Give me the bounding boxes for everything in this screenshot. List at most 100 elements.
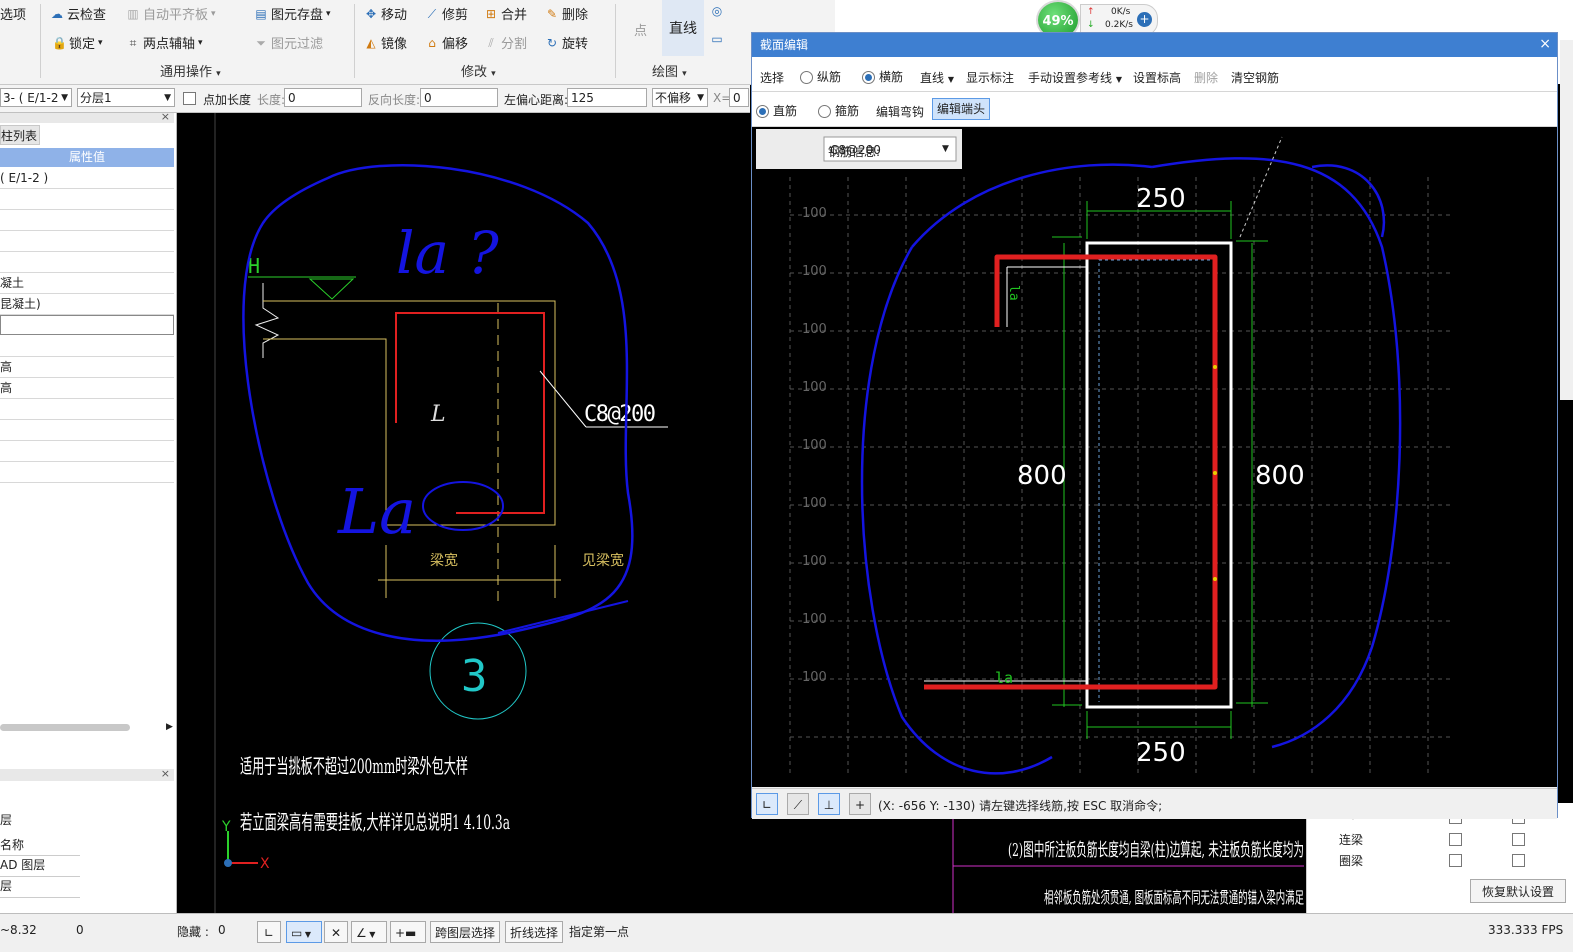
visibility-checkbox[interactable]: [1512, 854, 1525, 871]
property-row[interactable]: [0, 315, 174, 335]
auto-level-button[interactable]: ▥ 自动平齐板 ▾: [126, 4, 215, 24]
trim-button[interactable]: ⟋ 修剪: [425, 4, 468, 24]
property-row[interactable]: [0, 399, 174, 420]
select-tool[interactable]: 选择: [760, 69, 784, 86]
grid-label: 100: [802, 380, 827, 395]
scroll-right-icon[interactable]: ▶: [166, 722, 173, 732]
reverse-length-input[interactable]: 0: [420, 88, 498, 107]
polyline-select-button[interactable]: 折线选择: [505, 921, 564, 943]
property-row[interactable]: ( E/1-2 ): [0, 168, 174, 189]
layer-row[interactable]: 层: [0, 876, 80, 898]
point-button[interactable]: 点: [634, 20, 647, 39]
set-elevation-button[interactable]: 设置标高: [1133, 69, 1181, 86]
group-common-ops[interactable]: 通用操作 ▾: [160, 61, 221, 80]
angle-dropdown[interactable]: ∠ ▼: [351, 921, 387, 943]
cross-layer-select-button[interactable]: 跨图层选择: [430, 921, 501, 943]
layer-row-cad[interactable]: AD 图层: [0, 855, 80, 877]
plus-icon[interactable]: +: [1137, 12, 1152, 27]
axis-y-label: Y: [221, 819, 231, 835]
property-row[interactable]: [0, 420, 174, 441]
perpendicular-icon[interactable]: ⊥: [818, 793, 840, 815]
property-row[interactable]: [0, 462, 174, 483]
cross-select-icon[interactable]: ✕: [324, 921, 348, 943]
column-list-tab[interactable]: 柱列表: [0, 125, 40, 145]
property-row[interactable]: 昆凝土): [0, 294, 174, 315]
close-icon[interactable]: ×: [161, 767, 170, 780]
visibility-checkbox[interactable]: [1512, 833, 1525, 850]
detail-note-1: 适用于当挑板不超过200mm时梁外包大样: [240, 754, 468, 778]
transverse-radio[interactable]: 横筋: [862, 68, 903, 85]
snap-icon[interactable]: +: [849, 793, 871, 815]
horizontal-scrollbar[interactable]: [0, 724, 130, 731]
x-input[interactable]: 0: [729, 88, 749, 107]
select-mode-dropdown[interactable]: ▭ ▼: [286, 921, 322, 943]
chevron-down-icon[interactable]: ▼: [942, 144, 949, 154]
add-length-checkbox[interactable]: [183, 92, 196, 109]
edit-end-button[interactable]: 编辑端头: [932, 98, 991, 120]
cloud-check-button[interactable]: ☁ 云检查: [50, 4, 106, 24]
vertical-scrollbar[interactable]: [1560, 40, 1573, 400]
edit-hook-button[interactable]: 编辑弯钩: [876, 103, 924, 120]
section-canvas[interactable]: 100100100100100100100100100 250 250 800 …: [752, 127, 1557, 787]
handwritten-stroke: [497, 600, 629, 634]
left-offset-input[interactable]: 125: [567, 88, 647, 107]
lock-label: 锁定: [69, 37, 96, 52]
rect-tool-button[interactable]: ▭: [710, 32, 724, 46]
stirrup-radio[interactable]: 箍筋: [818, 102, 859, 119]
property-row[interactable]: [0, 231, 174, 252]
layer-select[interactable]: 分层1 ▼: [77, 88, 175, 107]
group-modify[interactable]: 修改 ▾: [461, 61, 496, 80]
lock-button[interactable]: 🔒 锁定 ▾: [52, 33, 103, 53]
close-icon[interactable]: ×: [161, 110, 170, 123]
restore-default-button[interactable]: 恢复默认设置: [1470, 879, 1566, 903]
rotate-button[interactable]: ↻ 旋转: [545, 33, 588, 53]
property-row[interactable]: [0, 252, 174, 273]
offset-button[interactable]: ⌂ 偏移: [425, 33, 468, 53]
manual-ref-line-dropdown[interactable]: 手动设置参考线 ▼: [1028, 69, 1122, 86]
detail-number: 3: [461, 651, 488, 702]
straight-bar-radio[interactable]: 直筋: [756, 102, 797, 119]
ortho-toggle-icon[interactable]: ∟: [257, 921, 281, 943]
snap-dropdown[interactable]: +▬: [390, 921, 426, 943]
arc-tool-button[interactable]: ◎: [710, 4, 724, 18]
property-row[interactable]: 高: [0, 357, 174, 378]
axis-select[interactable]: 3- ( E/1-2 ▼: [0, 88, 72, 107]
visibility-checkbox[interactable]: [1449, 854, 1462, 871]
length-label: 长度:: [257, 93, 286, 107]
property-row[interactable]: 高: [0, 378, 174, 399]
visibility-checkbox[interactable]: [1449, 833, 1462, 850]
offset-mode-select[interactable]: 不偏移 ▼: [652, 88, 708, 107]
merge-button[interactable]: ⊞ 合并: [484, 4, 527, 24]
element-save-button[interactable]: ▤ 图元存盘 ▾: [254, 4, 330, 24]
ortho-icon[interactable]: ∟: [756, 793, 778, 815]
delete-button-disabled[interactable]: 删除: [1194, 69, 1218, 86]
group-draw[interactable]: 绘图 ▾: [652, 61, 687, 80]
element-filter-button[interactable]: ⏷ 图元过滤: [254, 33, 323, 53]
clear-rebar-button[interactable]: 清空钢筋: [1231, 69, 1279, 86]
property-row[interactable]: [0, 441, 174, 462]
split-button[interactable]: ⫽ 分割: [484, 33, 527, 53]
polar-icon[interactable]: ⟋: [787, 793, 809, 815]
two-point-axis-button[interactable]: ⌗ 两点辅轴 ▾: [126, 33, 203, 53]
property-row[interactable]: [0, 189, 174, 210]
show-annotation-button[interactable]: 显示标注: [966, 69, 1014, 86]
move-button[interactable]: ✥ 移动: [364, 4, 407, 24]
layer-section-label: 层: [0, 813, 13, 827]
close-icon[interactable]: ×: [1539, 36, 1551, 52]
property-row[interactable]: [0, 210, 174, 231]
property-row[interactable]: [0, 336, 174, 357]
property-row[interactable]: 凝土: [0, 273, 174, 294]
delete-button[interactable]: ✎ 删除: [545, 4, 588, 24]
grid-label: 100: [802, 206, 827, 221]
line-button[interactable]: 直线: [662, 0, 704, 56]
length-input[interactable]: 0: [284, 88, 362, 107]
line-dropdown[interactable]: 直线 ▼: [920, 69, 954, 86]
grid-label: 100: [802, 264, 827, 279]
options-tab[interactable]: 选项: [0, 4, 26, 23]
mirror-button[interactable]: ◭ 镜像: [364, 33, 407, 53]
transverse-label: 横筋: [879, 70, 904, 84]
chevron-down-icon: ▾: [98, 37, 103, 48]
save-icon: ▤: [255, 6, 267, 21]
longitudinal-radio[interactable]: 纵筋: [800, 68, 841, 85]
chevron-down-icon: ▾: [491, 69, 496, 79]
